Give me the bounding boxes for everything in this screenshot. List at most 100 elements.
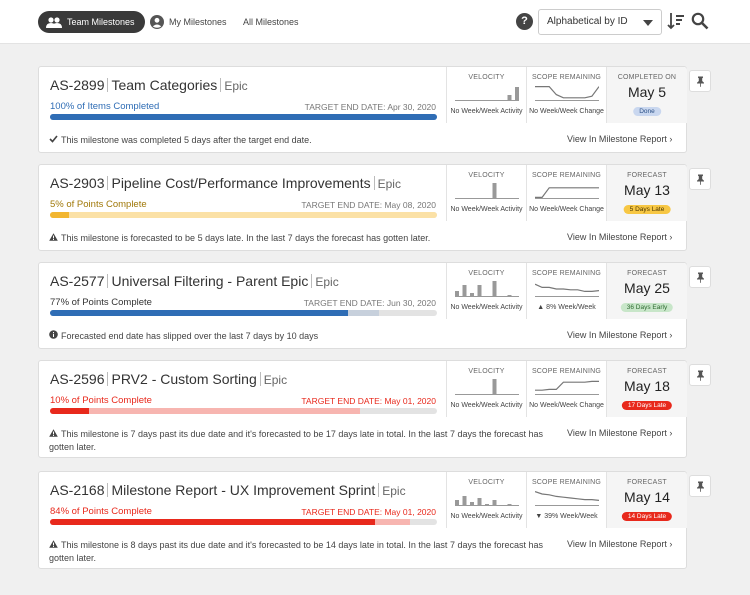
target-end-date: TARGET END DATE: Apr 30, 2020: [304, 102, 436, 112]
velocity-bar: [477, 498, 482, 506]
milestone-id: AS-2903: [50, 175, 105, 191]
status-message-text: This milestone is 7 days past its due da…: [49, 429, 543, 452]
view-report-label: View In Milestone Report: [567, 428, 667, 438]
velocity-label: VELOCITY: [468, 479, 505, 486]
scope-panel: SCOPE REMAINING No Week/Week Change: [526, 67, 606, 123]
velocity-bar: [492, 379, 497, 395]
view-report-link[interactable]: View In Milestone Report ›: [567, 232, 672, 242]
status-message-text: This milestone was completed 5 days afte…: [61, 135, 312, 145]
progress-bar-complete: [50, 310, 348, 316]
progress-label: 77% of Points Complete: [50, 297, 152, 308]
milestone-title[interactable]: AS-2577 Universal Filtering - Parent Epic…: [50, 273, 339, 289]
scope-label: SCOPE REMAINING: [531, 172, 602, 179]
forecast-date: May 13: [624, 182, 670, 198]
status-badge: 17 Days Late: [621, 401, 673, 410]
status-badge: Done: [633, 107, 661, 116]
status-message: Forecasted end date has slipped over the…: [49, 330, 557, 343]
milestone-name: Milestone Report - UX Improvement Sprint: [111, 482, 376, 498]
scope-subtext-row: No Week/Week Change: [527, 108, 606, 115]
target-end-date: TARGET END DATE: Jun 30, 2020: [303, 298, 436, 308]
scope-panel: SCOPE REMAINING ▲ 8% Week/Week: [526, 263, 606, 319]
view-report-link[interactable]: View In Milestone Report ›: [567, 330, 672, 340]
milestone-name: Team Categories: [111, 77, 218, 93]
velocity-label: VELOCITY: [468, 368, 505, 375]
sort-order-icon[interactable]: [667, 12, 685, 30]
search-icon[interactable]: [691, 12, 709, 30]
milestone-title[interactable]: AS-2903 Pipeline Cost/Performance Improve…: [50, 175, 401, 191]
velocity-bar: [455, 291, 459, 297]
view-report-label: View In Milestone Report: [567, 232, 667, 242]
progress-bar: [50, 519, 437, 525]
warning-icon: [49, 233, 58, 243]
status-message-text: This milestone is 8 days past its due da…: [49, 540, 543, 563]
tab-all-milestones[interactable]: All Milestones: [243, 11, 299, 33]
pin-button[interactable]: [689, 70, 711, 92]
pin-icon: [697, 370, 704, 381]
milestone-id: AS-2577: [50, 273, 105, 289]
sort-value: Alphabetical by ID: [547, 16, 628, 27]
forecast-label: FORECAST: [627, 479, 667, 486]
velocity-sparkline: [455, 379, 519, 395]
view-report-link[interactable]: View In Milestone Report ›: [567, 428, 672, 438]
view-report-link[interactable]: View In Milestone Report ›: [567, 134, 672, 144]
milestone-name: PRV2 - Custom Sorting: [111, 371, 257, 387]
velocity-label: VELOCITY: [468, 270, 505, 277]
arrow-up-icon: ▲: [537, 304, 545, 311]
status-badge: 5 Days Late: [623, 205, 671, 214]
velocity-panel: VELOCITY No Week/Week Activity: [446, 165, 526, 221]
status-message: This milestone is 8 days past its due da…: [49, 539, 557, 565]
milestone-card: AS-2903 Pipeline Cost/Performance Improve…: [38, 164, 687, 251]
pin-button[interactable]: [689, 475, 711, 497]
status-message: This milestone was completed 5 days afte…: [49, 134, 557, 147]
milestone-title[interactable]: AS-2596 PRV2 - Custom Sorting Epic: [50, 371, 287, 387]
milestone-title[interactable]: AS-2168 Milestone Report - UX Improvement…: [50, 482, 406, 498]
view-report-label: View In Milestone Report: [567, 330, 667, 340]
sort-dropdown[interactable]: Alphabetical by ID: [538, 9, 662, 35]
pin-button[interactable]: [689, 364, 711, 386]
scope-subtext-row: No Week/Week Change: [527, 206, 606, 213]
milestone-card: AS-2596 PRV2 - Custom Sorting Epic 10% of …: [38, 360, 687, 458]
scope-subtext-row: ▼ 39% Week/Week: [527, 513, 606, 520]
scope-subtext-row: No Week/Week Change: [527, 402, 606, 409]
tab-label: All Milestones: [243, 17, 299, 27]
scope-subtext: 8% Week/Week: [546, 304, 596, 311]
pin-icon: [697, 76, 704, 87]
velocity-bar: [515, 87, 519, 101]
view-report-link[interactable]: View In Milestone Report ›: [567, 539, 672, 549]
scope-sparkline: [535, 283, 599, 297]
scope-line: [535, 380, 599, 391]
scope-sparkline: [535, 380, 599, 395]
velocity-label: VELOCITY: [468, 172, 505, 179]
forecast-label: FORECAST: [627, 270, 667, 277]
tab-team-milestones[interactable]: Team Milestones: [38, 11, 145, 33]
velocity-bar: [470, 293, 474, 297]
velocity-label: VELOCITY: [468, 74, 505, 81]
forecast-date: May 14: [624, 489, 670, 505]
scope-sparkline: [535, 491, 599, 506]
check-icon: [49, 135, 58, 145]
pin-button[interactable]: [689, 168, 711, 190]
forecast-label: FORECAST: [627, 172, 667, 179]
milestone-title[interactable]: AS-2899 Team Categories Epic: [50, 77, 248, 93]
forecast-panel: COMPLETED ON May 5 Done: [606, 67, 687, 123]
help-icon[interactable]: ?: [516, 13, 533, 30]
tab-my-milestones[interactable]: My Milestones: [150, 11, 227, 33]
scope-subtext: No Week/Week Change: [529, 402, 604, 409]
warning-icon: [49, 429, 58, 439]
progress-label: 100% of Items Completed: [50, 101, 160, 112]
chevron-down-icon: [643, 20, 653, 26]
velocity-panel: VELOCITY No Week/Week Activity: [446, 472, 526, 528]
scope-line: [535, 187, 599, 198]
progress-label: 5% of Points Complete: [50, 199, 147, 210]
pin-button[interactable]: [689, 266, 711, 288]
forecast-date: May 25: [624, 280, 670, 296]
milestone-name: Universal Filtering - Parent Epic: [111, 273, 309, 289]
velocity-bar: [485, 504, 489, 506]
velocity-subtext: No Week/Week Activity: [450, 304, 523, 311]
target-end-date: TARGET END DATE: May 01, 2020: [301, 396, 436, 406]
forecast-label: COMPLETED ON: [617, 74, 677, 81]
scope-panel: SCOPE REMAINING ▼ 39% Week/Week: [526, 472, 606, 528]
tab-label: My Milestones: [169, 17, 227, 27]
status-badge: 14 Days Late: [621, 512, 673, 521]
chevron-right-icon: ›: [669, 330, 673, 340]
